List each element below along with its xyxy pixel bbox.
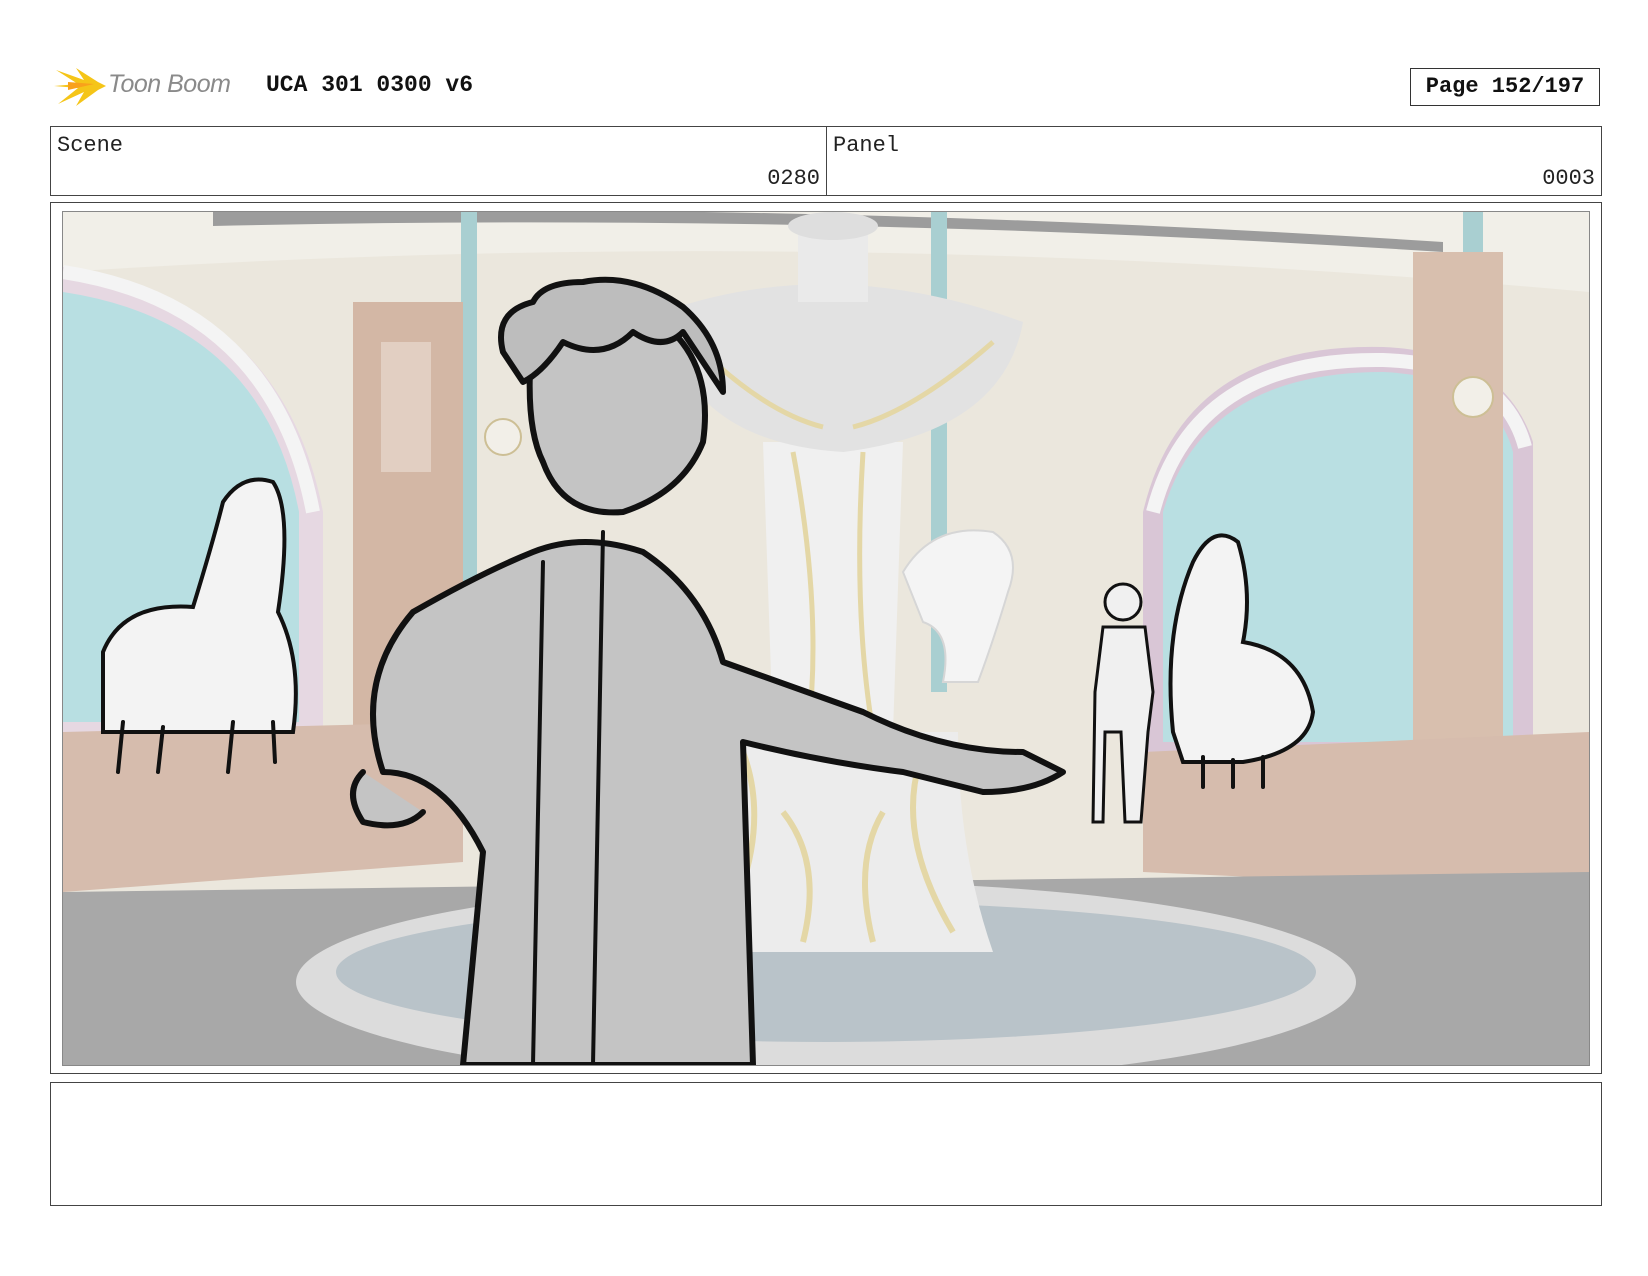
page-counter: Page 152/197	[1410, 68, 1600, 106]
panel-artwork	[62, 211, 1590, 1066]
panel-label: Panel	[833, 133, 900, 158]
scene-cell: Scene 0280	[51, 127, 827, 195]
panel-cell: Panel 0003	[827, 127, 1601, 195]
panel-number: 0003	[1542, 166, 1595, 191]
scene-label: Scene	[57, 133, 124, 158]
document-title: UCA 301 0300 v6	[266, 72, 474, 98]
scene-number: 0280	[767, 166, 820, 191]
wall-lamp	[484, 418, 522, 456]
logo-wordmark: Toon Boom	[108, 70, 231, 98]
panel-notes	[50, 1082, 1602, 1206]
logo-star-icon	[54, 68, 106, 106]
scene-panel-info: Scene 0280 Panel 0003	[50, 126, 1602, 196]
storyboard-frame	[50, 202, 1602, 1074]
wall-lamp	[1452, 376, 1494, 418]
toon-boom-logo: Toon Boom	[54, 60, 254, 110]
storyboard-header: Toon Boom UCA 301 0300 v6	[54, 58, 1604, 110]
